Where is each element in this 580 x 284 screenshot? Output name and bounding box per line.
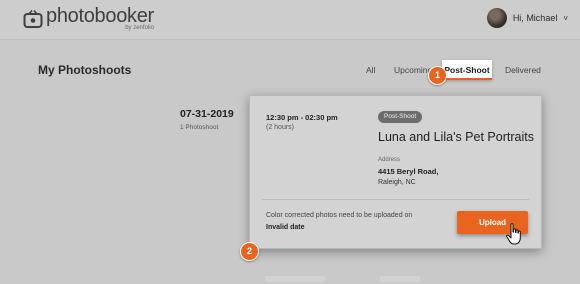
address-line-1: 4415 Beryl Road, bbox=[378, 167, 439, 176]
logo[interactable]: photobooker by zenfolio bbox=[23, 6, 154, 32]
tab-upcoming[interactable]: Upcoming bbox=[394, 60, 432, 80]
shoot-duration: (2 hours) bbox=[266, 124, 295, 131]
logo-name: photobooker bbox=[46, 5, 154, 27]
avatar[interactable] bbox=[486, 8, 507, 28]
logo-icon bbox=[23, 9, 43, 28]
divider bbox=[262, 199, 529, 200]
tab-delivered[interactable]: Delivered bbox=[505, 60, 541, 80]
upload-note: Color corrected photos need to be upload… bbox=[266, 212, 413, 219]
status-badge: Post-Shoot bbox=[378, 111, 423, 123]
step-badge-2: 2 bbox=[240, 242, 259, 261]
top-bar: photobooker by zenfolio Hi, Michael ˅ bbox=[0, 0, 580, 40]
group-count: 1 Photoshoot bbox=[180, 124, 219, 131]
tab-all[interactable]: All bbox=[366, 60, 375, 80]
next-card-edge bbox=[265, 276, 325, 282]
tab-bar: All Upcoming Post-Shoot Delivered bbox=[0, 60, 580, 80]
photoshoot-card[interactable]: 12:30 pm - 02:30 pm (2 hours) Post-Shoot… bbox=[249, 95, 542, 249]
user-menu[interactable]: Hi, Michael ˅ bbox=[486, 8, 568, 28]
user-greeting[interactable]: Hi, Michael bbox=[513, 13, 558, 23]
step-badge-1: 1 bbox=[428, 66, 447, 85]
address-label: Address bbox=[378, 157, 401, 163]
shoot-title[interactable]: Luna and Lila's Pet Portraits bbox=[378, 130, 534, 144]
address-line-2: Raleigh, NC bbox=[378, 179, 416, 186]
upload-due-date: Invalid date bbox=[266, 224, 305, 231]
shoot-time: 12:30 pm - 02:30 pm bbox=[266, 113, 338, 122]
chevron-down-icon[interactable]: ˅ bbox=[563, 14, 568, 23]
hand-pointer-icon bbox=[506, 223, 521, 245]
tab-post-shoot[interactable]: Post-Shoot bbox=[442, 60, 492, 80]
next-card-edge bbox=[380, 276, 420, 282]
group-date: 07-31-2019 bbox=[180, 108, 234, 120]
logo-subtitle: by zenfolio bbox=[125, 25, 154, 31]
